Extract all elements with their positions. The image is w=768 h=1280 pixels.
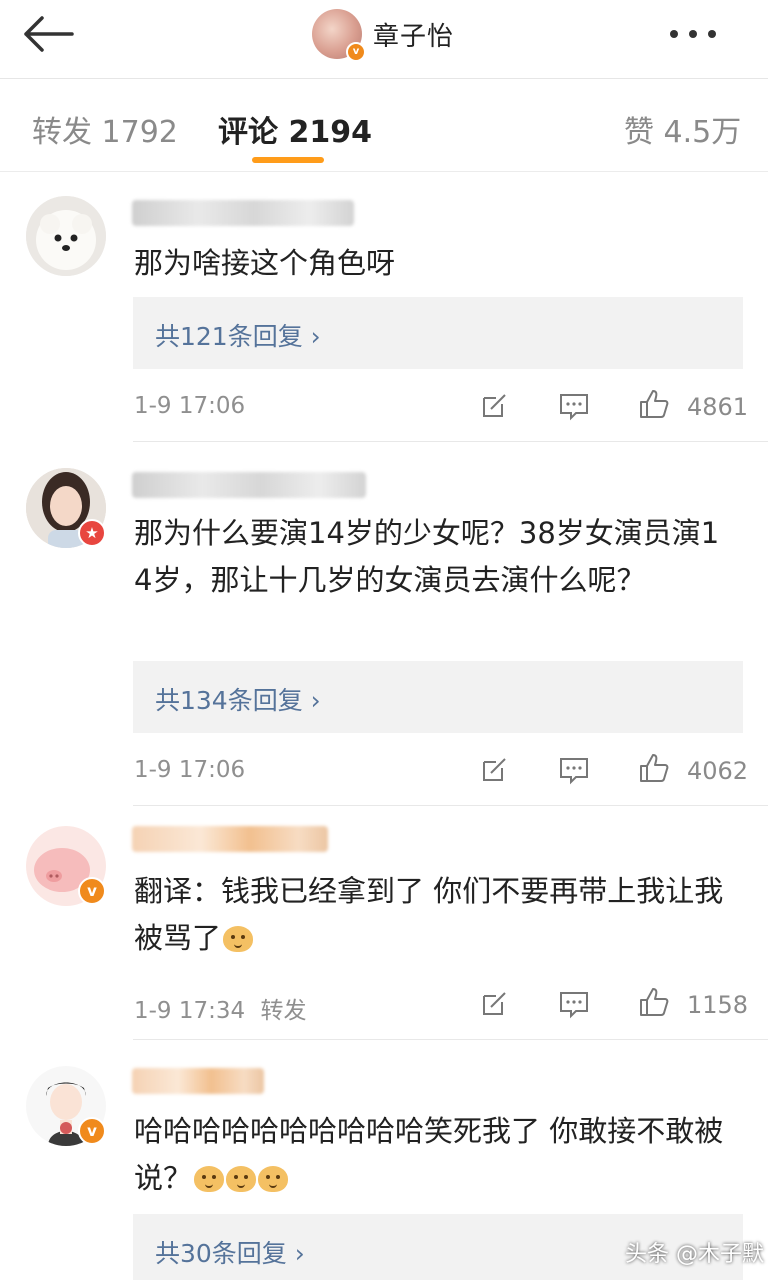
- repost-label[interactable]: 转发: [260, 998, 306, 1024]
- reply-count-link[interactable]: 共121条回复 ›: [155, 317, 321, 353]
- blurred-username: [132, 200, 354, 226]
- comment-time-value: 1-9 17:34: [134, 998, 246, 1024]
- dog-avatar-icon: [26, 196, 106, 276]
- tab-reposts[interactable]: 转发 1792: [32, 107, 178, 151]
- like-count: 4861: [687, 393, 749, 421]
- more-dots-icon[interactable]: [670, 22, 750, 46]
- comment-time: 1-9 17:06: [134, 393, 246, 419]
- reply-box[interactable]: 共121条回复 ›: [133, 297, 743, 369]
- blurred-username: [132, 826, 328, 852]
- comment-time: 1-9 17:06: [134, 757, 246, 783]
- page-title: 章子怡: [373, 22, 455, 52]
- reply-box[interactable]: 共134条回复 ›: [133, 661, 743, 733]
- like-icon[interactable]: [638, 752, 670, 784]
- like-icon[interactable]: [638, 388, 670, 420]
- tab-likes[interactable]: 赞 4.5万: [624, 107, 741, 151]
- reply-count-link[interactable]: 共30条回复 ›: [155, 1234, 305, 1270]
- like-icon[interactable]: [638, 986, 670, 1018]
- doge-emoji-icon: [194, 1166, 225, 1192]
- verified-badge-icon: v: [78, 1117, 106, 1145]
- blurred-username: [132, 1068, 264, 1094]
- divider: [133, 805, 768, 806]
- comment-text: 那为什么要演14岁的少女呢？38岁女演员演14岁，那让十几岁的女演员去演什么呢？: [134, 516, 720, 597]
- like-count: 4062: [687, 757, 749, 785]
- like-count: 1158: [687, 991, 749, 1019]
- comment-time: 1-9 17:34 转发: [134, 991, 306, 1025]
- doge-emoji-icon: [258, 1166, 289, 1192]
- doge-emoji-icon: [223, 926, 254, 952]
- avatar[interactable]: [26, 196, 106, 276]
- comment-text: 哈哈哈哈哈哈哈哈哈哈笑死我了 你敢接不敢被说？: [134, 1108, 734, 1202]
- reply-count-link[interactable]: 共134条回复 ›: [155, 681, 321, 717]
- divider: [133, 1039, 768, 1040]
- comment-text: 翻译：钱我已经拿到了 你们不要再带上我让我被骂了: [134, 868, 734, 962]
- watermark: 头条 @木子默: [625, 1242, 764, 1267]
- blurred-username: [132, 472, 366, 498]
- tab-bar: 转发 1792 评论 2194 赞 4.5万: [0, 79, 768, 172]
- comment-text: 那为啥接这个角色呀: [134, 246, 396, 280]
- top-bar: v 章子怡: [0, 0, 768, 79]
- doge-emoji-icon: [226, 1166, 257, 1192]
- verified-badge-icon: v: [346, 42, 366, 62]
- divider: [133, 441, 768, 442]
- repost-icon[interactable]: [478, 754, 510, 786]
- comment-icon[interactable]: [558, 988, 590, 1020]
- active-tab-indicator: [252, 157, 324, 163]
- verified-badge-icon: v: [78, 877, 106, 905]
- tab-comments[interactable]: 评论 2194: [218, 107, 372, 151]
- verified-badge-icon: ★: [78, 519, 106, 547]
- repost-icon[interactable]: [478, 390, 510, 422]
- back-arrow-icon[interactable]: [20, 12, 78, 56]
- comment-icon[interactable]: [558, 754, 590, 786]
- repost-icon[interactable]: [478, 988, 510, 1020]
- comment-icon[interactable]: [558, 390, 590, 422]
